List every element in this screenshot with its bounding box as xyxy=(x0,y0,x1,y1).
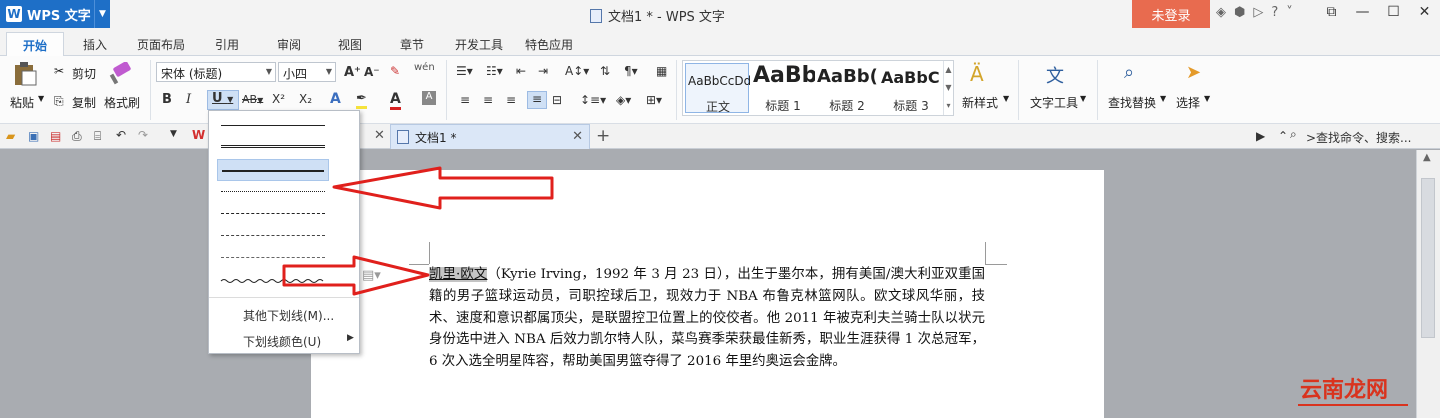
arrow-to-thick-line xyxy=(332,166,554,210)
annotation-arrows xyxy=(282,166,554,296)
arrow-to-selected-text xyxy=(282,255,430,296)
watermark-logo: 云南龙网 xyxy=(1300,377,1389,403)
watermark-underline xyxy=(1298,404,1408,406)
